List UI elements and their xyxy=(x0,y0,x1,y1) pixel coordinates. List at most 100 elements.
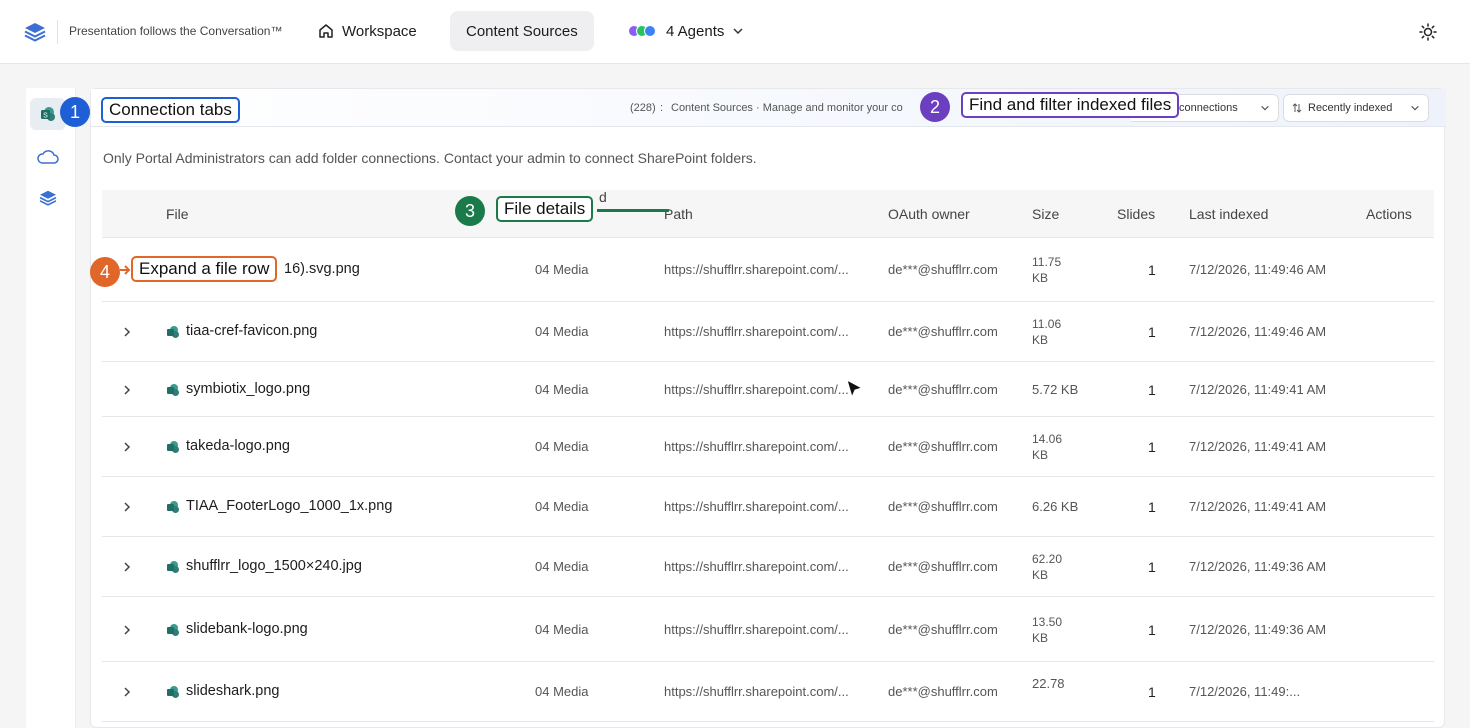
slides-cell: 1 xyxy=(1148,559,1156,575)
last-indexed-cell: 7/12/2026, 11:49:41 AM xyxy=(1189,499,1327,514)
table-header: File d folder Path OAuth owner Size Slid… xyxy=(102,190,1434,238)
slides-cell: 1 xyxy=(1148,499,1156,515)
chevron-right-icon[interactable] xyxy=(122,502,132,512)
sharepoint-file-icon xyxy=(167,501,179,513)
indexed-files-table: File d folder Path OAuth owner Size Slid… xyxy=(102,190,1434,722)
sharepoint-file-icon xyxy=(167,624,179,636)
chevron-right-icon[interactable] xyxy=(122,385,132,395)
slides-cell: 1 xyxy=(1148,324,1156,340)
nav-agents[interactable]: 4 Agents xyxy=(612,11,760,51)
app-logo-icon[interactable] xyxy=(24,22,46,42)
table-row[interactable]: tiaa-cref-favicon.png 04 Media https://shu… xyxy=(102,302,1434,362)
file-name[interactable]: takeda-logo.png xyxy=(186,438,290,454)
table-row[interactable]: symbiotix_logo.png 04 Media https://shuffl… xyxy=(102,362,1434,417)
nav-content-sources-label: Content Sources xyxy=(466,22,578,40)
last-indexed-cell: 7/12/2026, 11:49:46 AM xyxy=(1189,324,1327,339)
folder-cell: 04 Media xyxy=(535,499,589,514)
owner-cell: de***@shufflrr.com xyxy=(888,499,998,514)
sharepoint-file-icon xyxy=(167,561,179,573)
owner-cell: de***@shufflrr.com xyxy=(888,439,998,454)
size-unit: KB xyxy=(1032,631,1049,645)
size-cell: 6.26 KB xyxy=(1032,499,1079,514)
last-indexed-cell: 7/12/2026, 11:49:36 AM xyxy=(1189,622,1327,637)
size-cell: 13.50 KB xyxy=(1032,614,1062,646)
last-indexed-cell: 7/12/2026, 11:49:41 AM xyxy=(1189,439,1327,454)
sharepoint-file-icon xyxy=(167,384,179,396)
sharepoint-icon: S xyxy=(41,107,55,121)
col-size[interactable]: Size xyxy=(1032,206,1059,222)
path-cell: https://shufflrr.sharepoint.com/... xyxy=(664,324,849,339)
path-cell: https://shufflrr.sharepoint.com/... xyxy=(664,622,849,637)
callout-expand-row: Expand a file row xyxy=(131,256,278,282)
callout-find-filter: Find and filter indexed files xyxy=(961,92,1180,118)
cloud-icon xyxy=(37,150,59,164)
nav-agents-label: 4 Agents xyxy=(666,22,725,40)
path-cell: https://shufflrr.sharepoint.com/... xyxy=(664,499,849,514)
size-cell: 5.72 KB xyxy=(1032,382,1079,397)
nav-workspace[interactable]: Workspace xyxy=(302,11,433,51)
col-file[interactable]: File xyxy=(166,206,189,222)
header-divider xyxy=(57,20,58,44)
connection-tabs-sidebar: S xyxy=(26,88,76,728)
file-name[interactable]: tiaa-cref-favicon.png xyxy=(186,323,317,339)
sun-icon[interactable] xyxy=(1418,22,1438,42)
size-cell: 14.06 KB xyxy=(1032,431,1062,463)
owner-cell: de***@shufflrr.com xyxy=(888,382,998,397)
sort-label: Recently indexed xyxy=(1308,102,1393,114)
table-row[interactable]: 16).svg.png 04 Media https://shufflrr.shar… xyxy=(102,238,1434,302)
path-cell: https://shufflrr.sharepoint.com/... xyxy=(664,262,849,277)
table-row[interactable]: TIAA_FooterLogo_1000_1x.png 04 Media https… xyxy=(102,477,1434,537)
owner-cell: de***@shufflrr.com xyxy=(888,559,998,574)
folder-cell: 04 Media xyxy=(535,622,589,637)
size-unit: KB xyxy=(1032,568,1049,582)
file-name[interactable]: TIAA_FooterLogo_1000_1x.png xyxy=(186,498,392,514)
admin-notice: Only Portal Administrators can add folde… xyxy=(103,150,757,166)
file-name[interactable]: symbiotix_logo.png xyxy=(186,381,310,397)
path-cell: https://shufflrr.sharepoint.com/... xyxy=(664,559,849,574)
tagline: Presentation follows the Conversation™ xyxy=(69,24,283,38)
table-row[interactable]: slidebank-logo.png 04 Media https://shuffl… xyxy=(102,597,1434,662)
owner-cell: de***@shufflrr.com xyxy=(888,262,998,277)
sort-dropdown[interactable]: Recently indexed xyxy=(1283,94,1429,122)
size-cell: 22.78 xyxy=(1032,676,1065,691)
size-unit: KB xyxy=(1032,448,1049,462)
file-name[interactable]: slideshark.png xyxy=(186,683,280,699)
chevron-right-icon[interactable] xyxy=(122,687,132,697)
size-value: 11.06 xyxy=(1032,317,1062,331)
nav-content-sources[interactable]: Content Sources xyxy=(450,11,594,51)
owner-cell: de***@shufflrr.com xyxy=(888,622,998,637)
slides-cell: 1 xyxy=(1148,622,1156,638)
last-indexed-cell: 7/12/2026, 11:49:36 AM xyxy=(1189,559,1327,574)
table-row[interactable]: shufflrr_logo_1500×240.jpg 04 Media https:… xyxy=(102,537,1434,597)
size-value: 62.20 xyxy=(1032,552,1063,566)
file-name[interactable]: shufflrr_logo_1500×240.jpg xyxy=(186,558,362,574)
chevron-down-icon xyxy=(733,28,743,35)
chevron-down-icon xyxy=(1261,105,1269,111)
chevron-right-icon[interactable] xyxy=(122,327,132,337)
slides-cell: 1 xyxy=(1148,684,1156,700)
tab-shufflrr[interactable] xyxy=(30,182,66,214)
size-value: 13.50 xyxy=(1032,615,1063,629)
file-name[interactable]: 16).svg.png xyxy=(284,261,360,277)
connection-filter-label: connections xyxy=(1179,102,1238,114)
col-last-indexed[interactable]: Last indexed xyxy=(1189,206,1268,222)
chevron-right-icon[interactable] xyxy=(122,442,132,452)
callout-badge-1: 1 xyxy=(60,97,90,127)
sort-icon xyxy=(1292,103,1302,113)
table-row[interactable]: slideshark.png 04 Media https://shufflrr.s… xyxy=(102,662,1434,722)
table-row[interactable]: takeda-logo.png 04 Media https://shufflrr.… xyxy=(102,417,1434,477)
slides-cell: 1 xyxy=(1148,382,1156,398)
file-name[interactable]: slidebank-logo.png xyxy=(186,621,308,637)
tab-onedrive[interactable] xyxy=(30,141,66,173)
path-cell: https://shufflrr.sharepoint.com/... xyxy=(664,382,849,397)
col-slides[interactable]: Slides xyxy=(1117,206,1155,222)
chevron-right-icon[interactable] xyxy=(122,562,132,572)
callout-badge-4: 4 xyxy=(90,257,120,287)
chevron-right-icon[interactable] xyxy=(122,625,132,635)
size-cell: 62.20 KB xyxy=(1032,551,1062,583)
col-owner[interactable]: OAuth owner xyxy=(888,206,970,222)
folder-cell: 04 Media xyxy=(535,382,589,397)
panel-description: Content Sources · Manage and monitor you… xyxy=(671,102,903,114)
layers-icon xyxy=(39,190,57,206)
folder-cell: 04 Media xyxy=(535,559,589,574)
